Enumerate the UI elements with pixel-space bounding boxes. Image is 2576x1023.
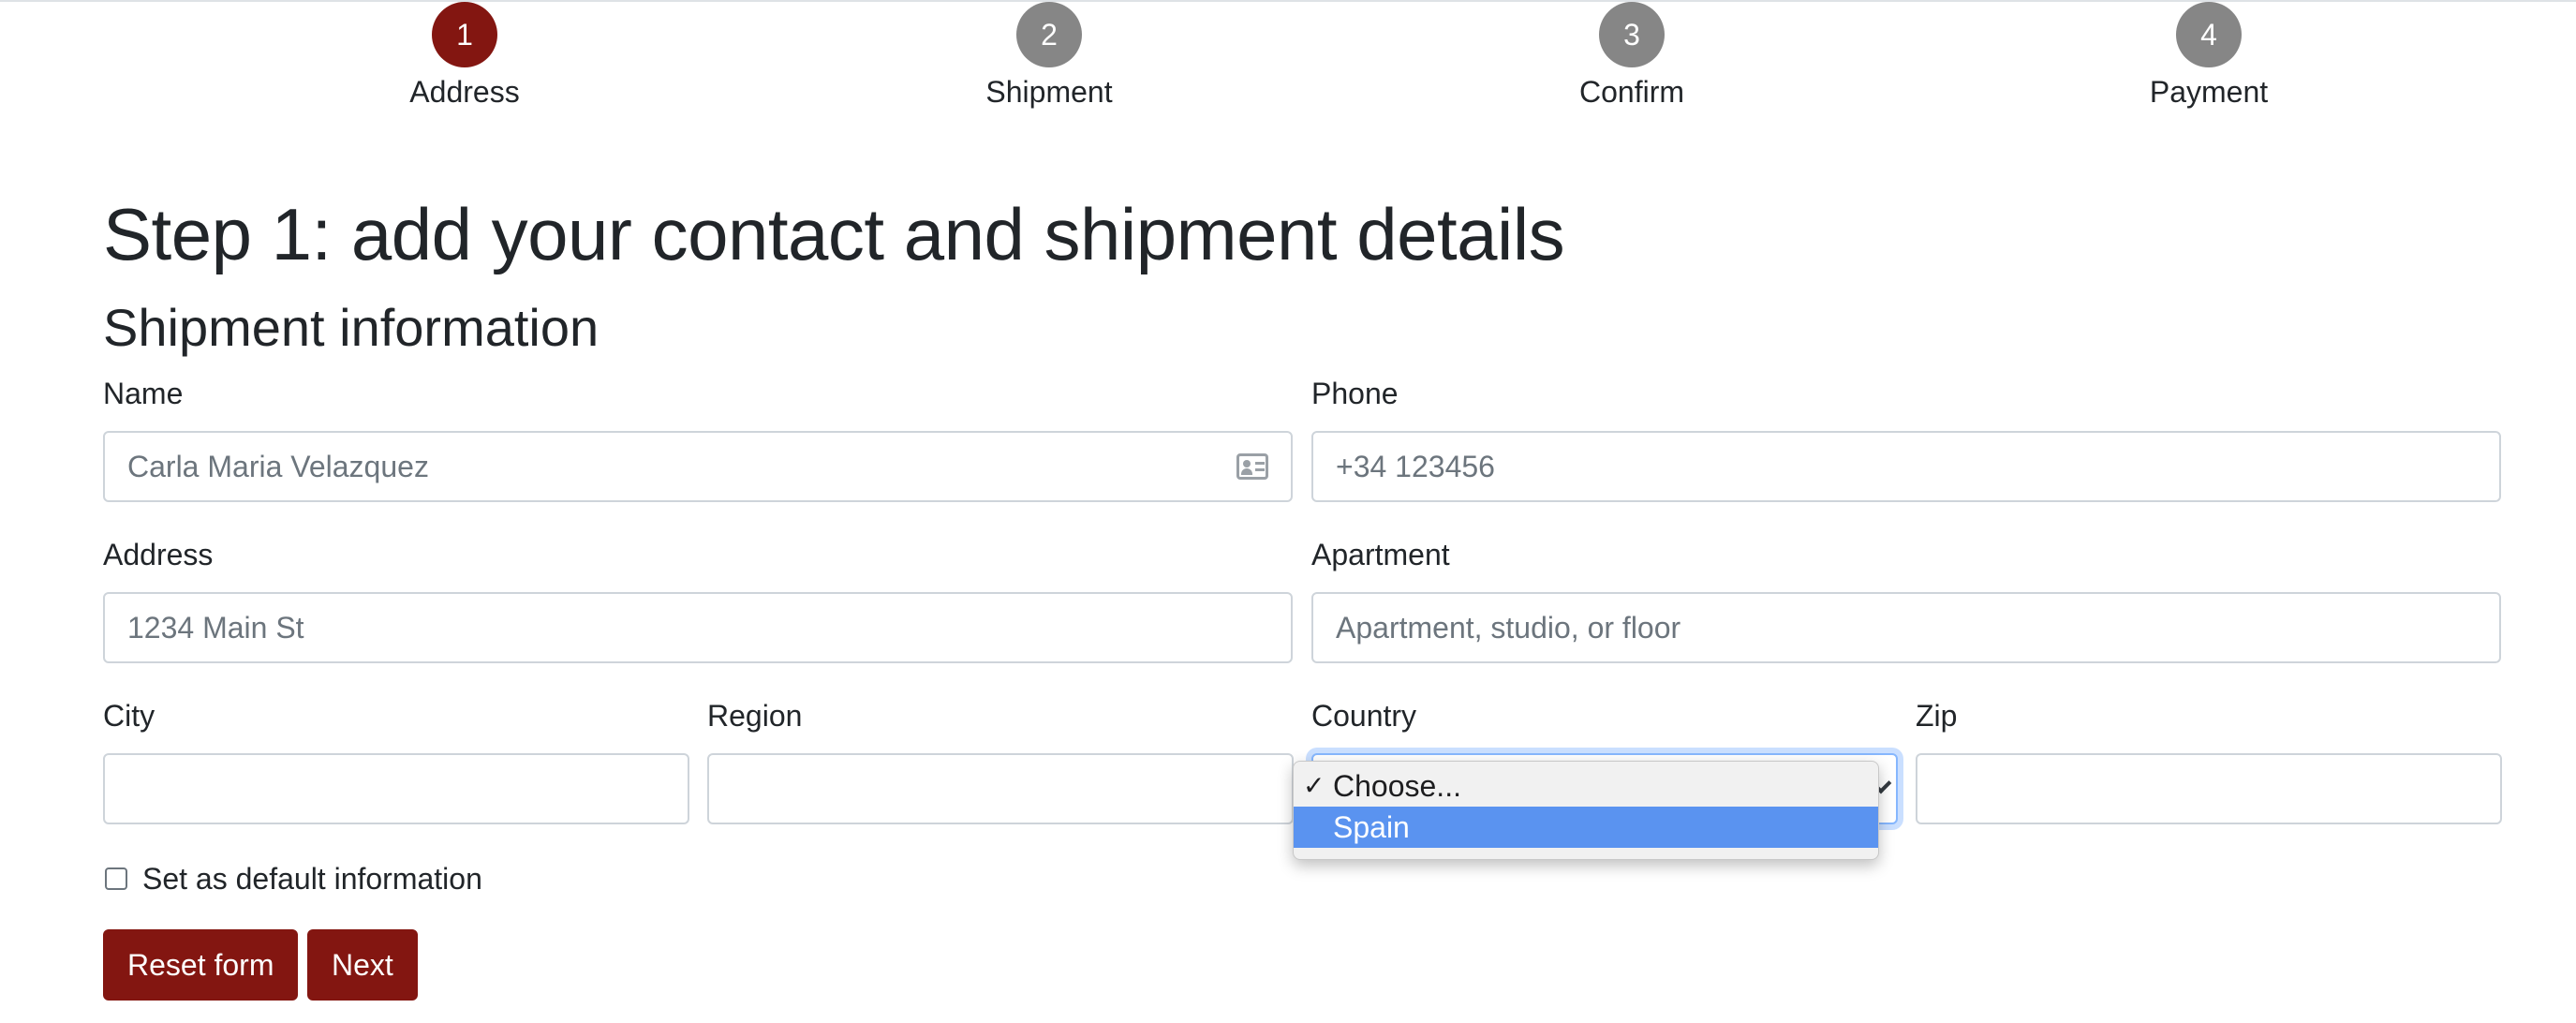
- address-label: Address: [103, 538, 214, 571]
- city-input[interactable]: [103, 753, 689, 824]
- step-number-badge: 2: [1016, 2, 1082, 67]
- step-number-badge: 3: [1599, 2, 1665, 67]
- page-title: Step 1: add your contact and shipment de…: [103, 193, 1565, 275]
- step-address[interactable]: 1 Address: [343, 0, 586, 111]
- step-confirm[interactable]: 3 Confirm: [1510, 0, 1754, 111]
- default-info-checkbox[interactable]: [105, 867, 127, 890]
- step-label: Confirm: [1578, 75, 1684, 109]
- step-label: Address: [409, 75, 520, 109]
- phone-input[interactable]: [1311, 431, 2501, 502]
- default-info-label[interactable]: Set as default information: [142, 860, 482, 897]
- region-label: Region: [707, 699, 803, 733]
- name-input[interactable]: [103, 431, 1293, 502]
- step-label: Shipment: [985, 75, 1113, 109]
- step-label: Payment: [2149, 75, 2269, 109]
- checkmark-icon: ✓: [1303, 771, 1325, 800]
- apartment-input[interactable]: [1311, 592, 2501, 663]
- country-option-spain[interactable]: Spain: [1294, 807, 1878, 848]
- default-info-row[interactable]: Set as default information: [103, 860, 482, 897]
- section-title: Shipment information: [103, 298, 600, 357]
- country-label: Country: [1311, 699, 1417, 733]
- apartment-label: Apartment: [1311, 538, 1450, 571]
- step-number-badge: 1: [432, 2, 497, 67]
- contact-card-icon: [1236, 453, 1268, 480]
- address-input[interactable]: [103, 592, 1293, 663]
- city-label: City: [103, 699, 155, 733]
- region-input[interactable]: [707, 753, 1294, 824]
- step-number-badge: 4: [2176, 2, 2242, 67]
- name-label: Name: [103, 377, 184, 410]
- zip-label: Zip: [1916, 699, 1958, 733]
- option-label: Choose...: [1333, 769, 1461, 803]
- phone-label: Phone: [1311, 377, 1399, 410]
- next-button[interactable]: Next: [307, 929, 418, 1001]
- country-dropdown: ✓ Choose... Spain: [1293, 761, 1879, 860]
- reset-form-button[interactable]: Reset form: [103, 929, 299, 1001]
- step-payment[interactable]: 4 Payment: [2087, 0, 2331, 111]
- zip-input[interactable]: [1916, 753, 2502, 824]
- option-label: Spain: [1333, 810, 1410, 844]
- step-shipment[interactable]: 2 Shipment: [927, 0, 1171, 111]
- country-option-choose[interactable]: ✓ Choose...: [1294, 765, 1878, 807]
